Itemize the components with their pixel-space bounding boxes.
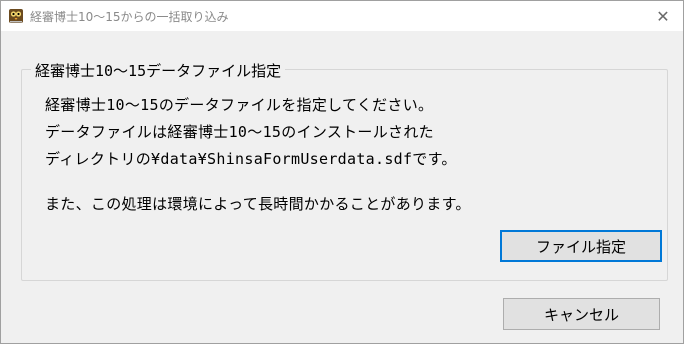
instruction-line-2: データファイルは経審博士10〜15のインストールされた (45, 123, 434, 141)
select-file-button[interactable]: ファイル指定 (500, 230, 662, 262)
cancel-button[interactable]: キャンセル (503, 298, 660, 330)
app-owl-icon (8, 8, 24, 24)
instruction-line-1: 経審博士10〜15のデータファイルを指定してください。 (45, 96, 434, 114)
groupbox-caption: 経審博士10〜15データファイル指定 (31, 60, 286, 81)
dialog-window: 経審博士10〜15からの一括取り込み ✕ 経審博士10〜15データファイル指定 … (0, 0, 684, 344)
title-bar[interactable]: 経審博士10〜15からの一括取り込み ✕ (1, 1, 683, 31)
window-title: 経審博士10〜15からの一括取り込み (30, 10, 229, 24)
instruction-line-3: ディレクトリの¥data¥ShinsaFormUserdata.sdfです。 (45, 150, 457, 168)
select-file-button-label: ファイル指定 (535, 237, 626, 256)
close-button[interactable]: ✕ (643, 1, 683, 31)
warning-line: また、この処理は環境によって長時間かかることがあります。 (45, 195, 471, 213)
cancel-button-label: キャンセル (543, 305, 619, 324)
close-icon: ✕ (656, 6, 670, 26)
